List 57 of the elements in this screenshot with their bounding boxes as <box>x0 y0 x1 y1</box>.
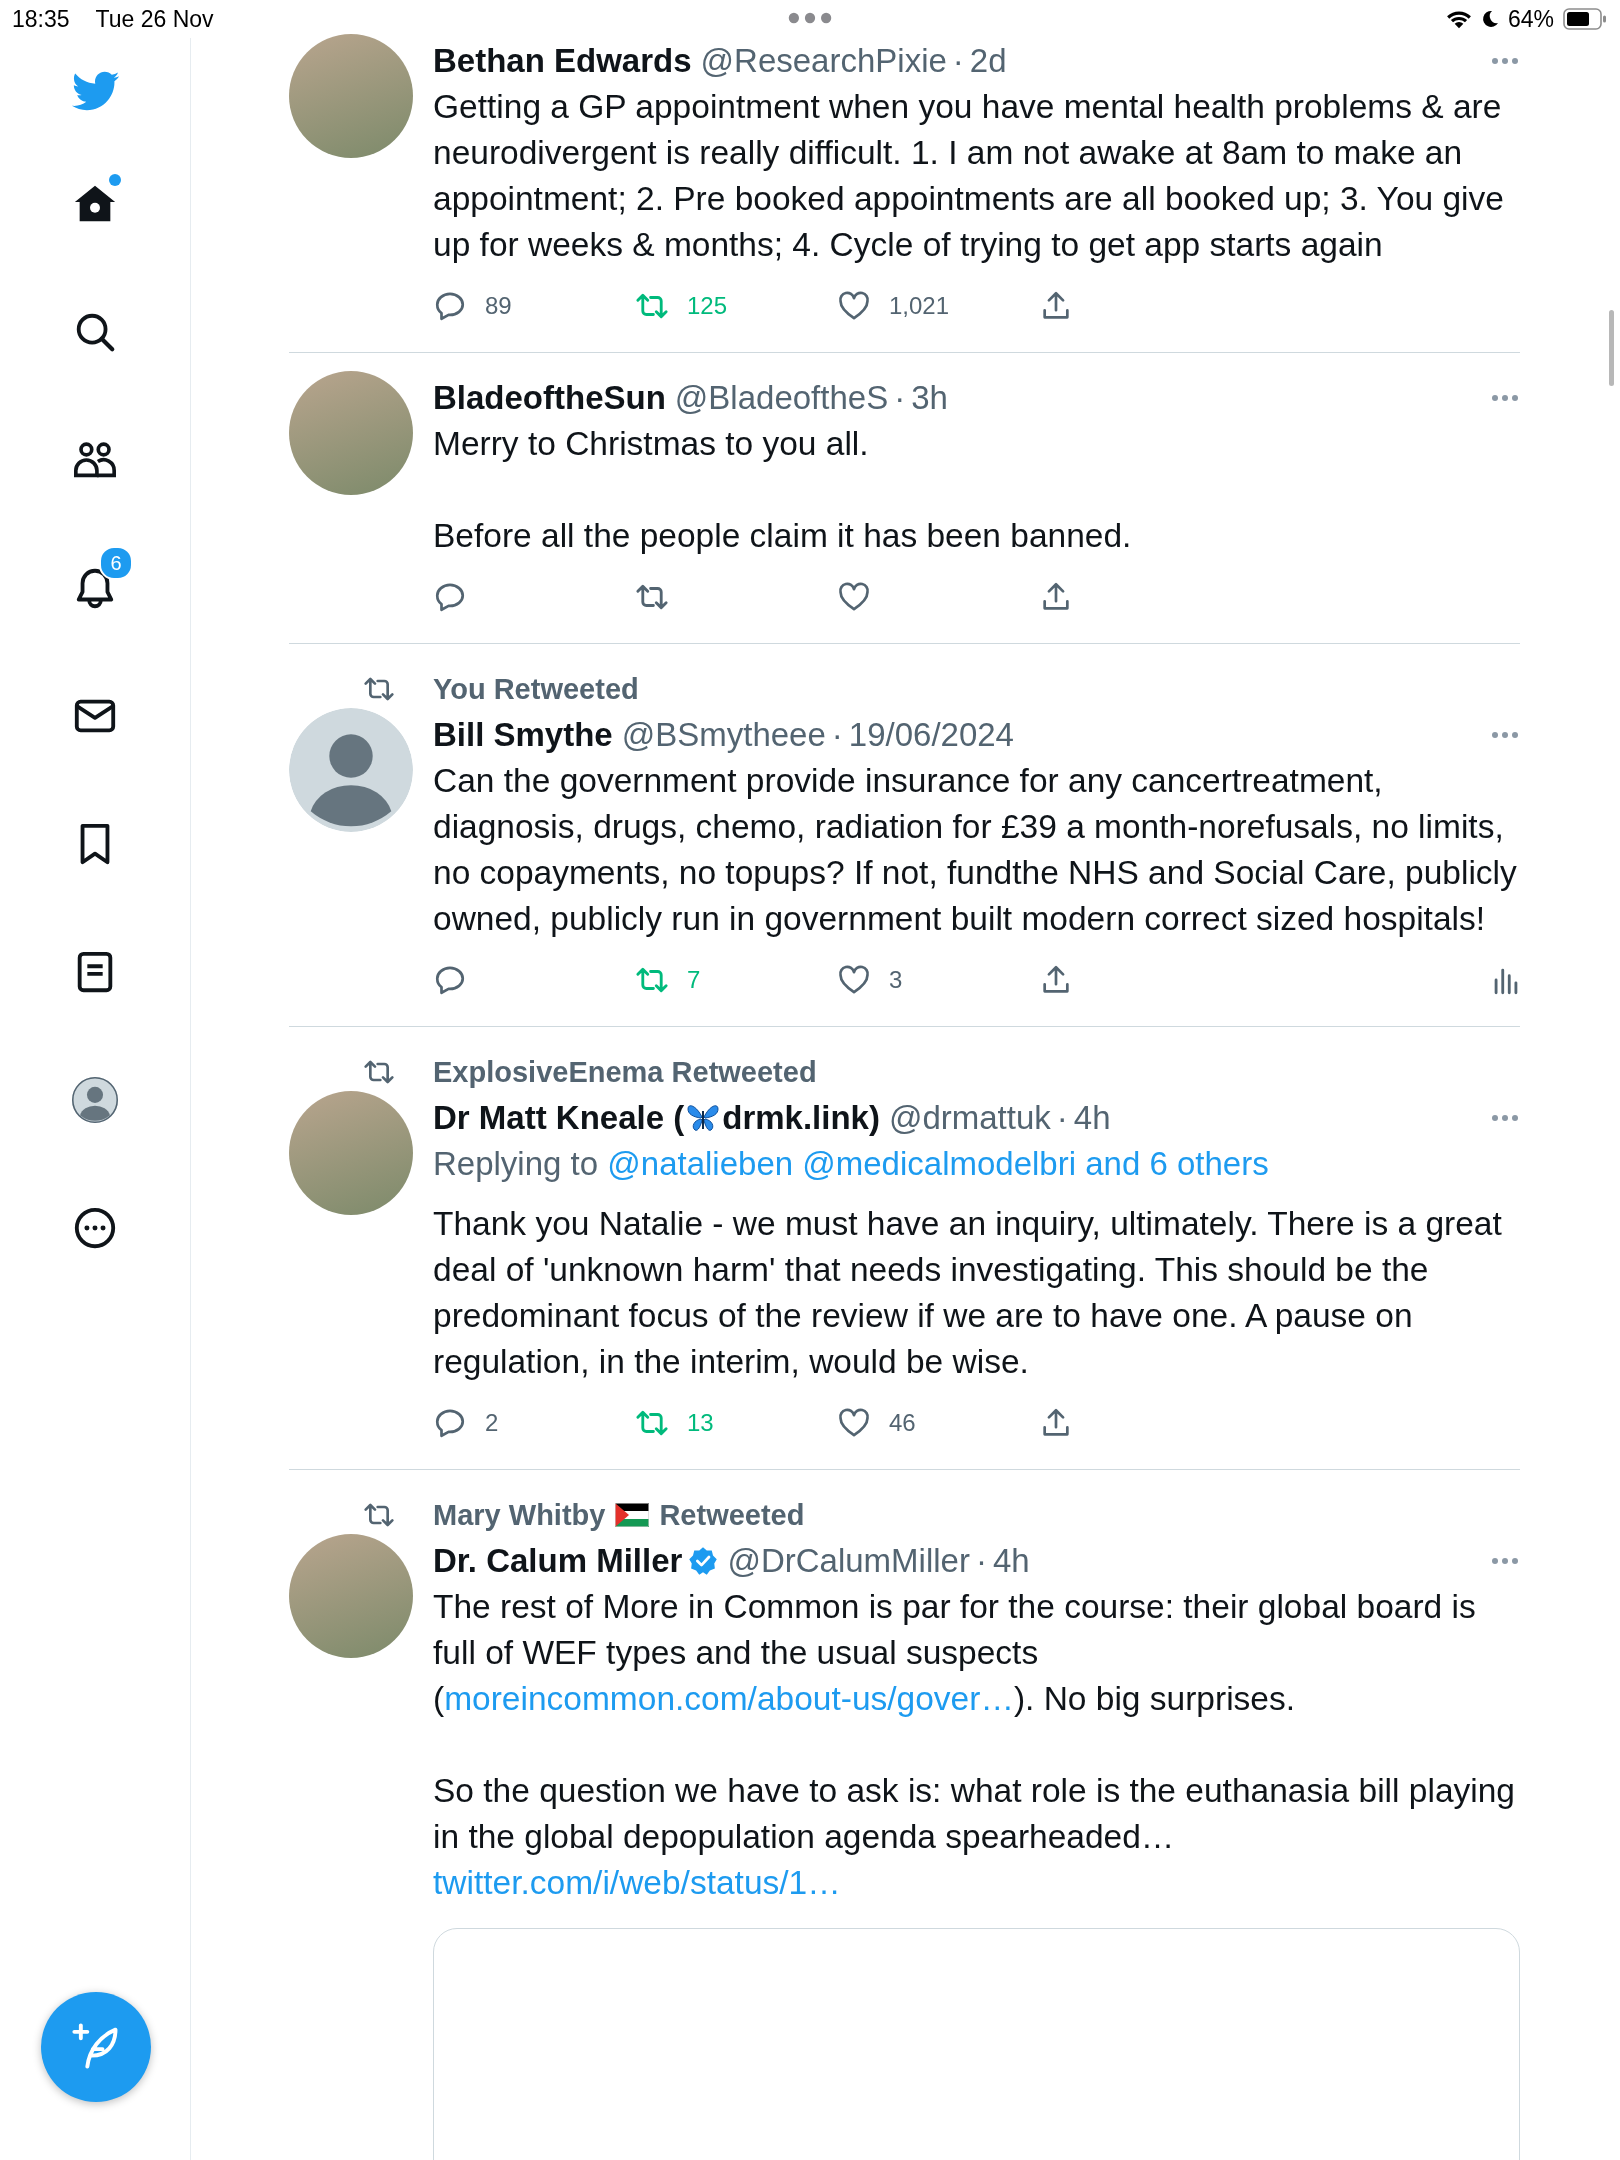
more-options-icon <box>1490 56 1520 66</box>
reply-button[interactable]: 89 <box>433 289 635 323</box>
battery-icon <box>1562 8 1608 30</box>
display-name[interactable]: Bill Smythe <box>433 716 613 754</box>
timestamp[interactable]: 3h <box>911 379 948 417</box>
display-name[interactable]: BladeoftheSun <box>433 379 666 417</box>
tweet-text: Before all the people claim it has been banned. <box>433 516 1133 556</box>
multitasking-dots-icon <box>788 12 832 24</box>
user-handle[interactable]: @DrCalumMiller <box>727 1542 970 1580</box>
compose-button[interactable] <box>41 1992 151 2102</box>
date-text: Tue 26 Nov <box>95 5 214 33</box>
timestamp[interactable]: 4h <box>1073 1099 1111 1137</box>
flag-icon <box>615 1503 650 1527</box>
separator-dot: · <box>831 716 843 754</box>
user-handle[interactable]: @BladeoftheS <box>674 379 889 417</box>
wifi-icon <box>1445 9 1472 29</box>
retweet-context[interactable]: Mary Whitby <box>433 1498 606 1532</box>
tweet-text: Getting a GP appointment when you have mental health problems & are neurodivergent is really difficult. 1. I am not awake at 8am to make an appointment; 2. Pre booked appointments are all booked up; 3. You give up for weeks & months; 4. Cycle of trying to get app starts again <box>433 87 1505 265</box>
more-options-icon <box>1490 1556 1520 1566</box>
like-button[interactable]: 3 <box>837 963 1039 997</box>
separator-dot: · <box>952 42 964 80</box>
default-avatar-icon <box>289 708 413 832</box>
more-options-icon <box>1490 393 1520 403</box>
more-options-icon <box>1490 1113 1520 1123</box>
tweet-text: Merry to Christmas to you all. <box>433 424 870 464</box>
timestamp[interactable]: 19/06/2024 <box>848 716 1014 754</box>
user-handle[interactable]: @BSmytheee <box>621 716 826 754</box>
more-icon <box>72 1205 118 1251</box>
separator-dot: · <box>1056 1099 1068 1137</box>
replying-to-text: Replying to @natalieben @medicalmodelbri and 6 others <box>433 1144 1270 1184</box>
more-options-icon <box>1490 730 1520 740</box>
tweet-text: Can the government provide insurance for any cancertreatment, diagnosis, drugs, chemo, radiation for £39 a month-norefusals, no limits, no copayments, no topups? If not, fundthe NHS and Social Care, publicly owned, publicly run in government built modern correct sized hospitals! <box>433 761 1518 939</box>
tweet-text: So the question we have to ask is: what role is the euthanasia bill playing in the global depopulation agenda spearheaded… twitter.com/i/web/status/1… <box>433 1771 1516 1903</box>
display-name[interactable]: Dr Matt Kneale ( <box>433 1099 685 1137</box>
user-handle[interactable]: @ResearchPixie <box>700 42 947 80</box>
retweet-context[interactable]: Retweeted <box>659 1498 805 1532</box>
separator-dot: · <box>975 1542 987 1580</box>
battery-percentage: 64% <box>1507 5 1554 33</box>
display-name[interactable]: Dr. Calum Miller <box>433 1542 683 1580</box>
clock-time: 18:35 <box>12 5 70 33</box>
display-name[interactable]: Bethan Edwards <box>433 42 692 80</box>
scrollbar[interactable] <box>1609 310 1614 386</box>
retweet-context[interactable]: ExplosiveEnema Retweeted <box>433 1055 817 1089</box>
tweet-text: Thank you Natalie - we must have an inquiry, ultimately. There is a great deal of 'unknown harm' that needs investigating. This should be the predominant focus of the review if we are to have one. A pause on regulation, in the interim, would be wise. <box>433 1204 1503 1382</box>
timestamp[interactable]: 4h <box>992 1542 1030 1580</box>
display-name[interactable]: drmk.link) <box>722 1099 880 1137</box>
like-button[interactable]: 46 <box>837 1406 1039 1440</box>
notification-badge: 6 <box>99 546 133 580</box>
like-button[interactable]: 1,021 <box>837 289 1039 323</box>
butterfly-icon <box>686 1103 721 1133</box>
tweet-text: The rest of More in Common is par for the course: their global board is full of WEF types and the usual suspects (moreincommon.com/about-us/gover…). No big surprises. <box>433 1587 1477 1719</box>
profile-avatar-icon <box>72 1077 118 1123</box>
timestamp[interactable]: 2d <box>969 42 1007 80</box>
reply-button[interactable]: 2 <box>433 1406 635 1440</box>
user-handle[interactable]: @drmattuk <box>888 1099 1051 1137</box>
separator-dot: · <box>894 379 906 417</box>
retweet-context[interactable]: You Retweeted <box>433 672 639 706</box>
